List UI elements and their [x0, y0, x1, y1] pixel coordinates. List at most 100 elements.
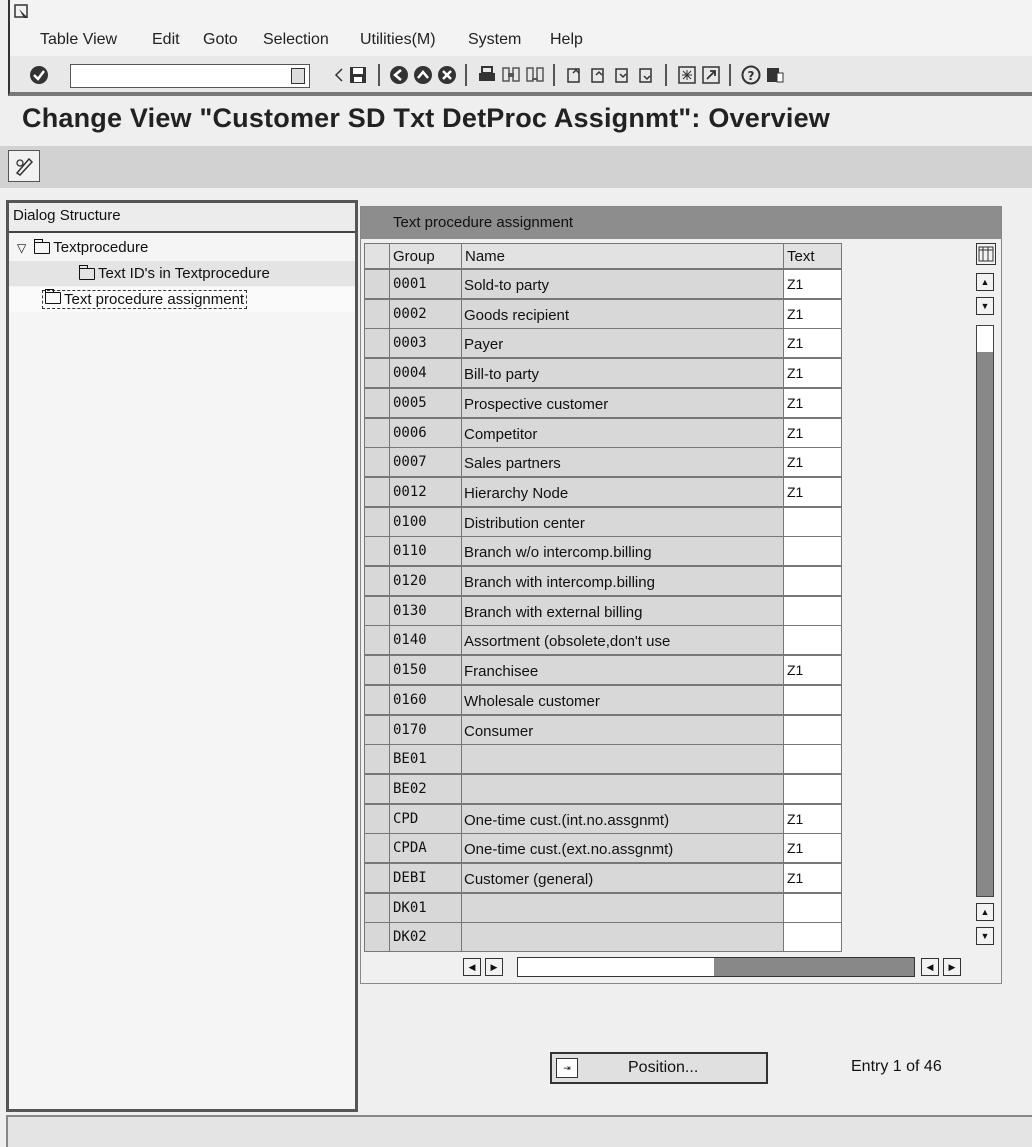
menu-goto[interactable]: Goto	[203, 31, 238, 49]
row-select-button[interactable]	[364, 417, 390, 448]
create-session-icon[interactable]	[676, 64, 698, 86]
print-icon[interactable]	[476, 64, 498, 86]
scroll-left-icon[interactable]: ◀	[463, 958, 481, 976]
customize-layout-icon[interactable]	[764, 64, 786, 86]
cell-text-procedure-input[interactable]: Z1	[784, 328, 842, 359]
command-input[interactable]	[71, 65, 271, 87]
previous-page-icon[interactable]	[588, 64, 610, 86]
column-scroll-right-icon[interactable]: ▶	[943, 958, 961, 976]
tree-item-text-ids[interactable]: Text ID's in Textprocedure	[9, 261, 355, 286]
column-header-group[interactable]: Group	[390, 243, 462, 269]
cell-text-procedure-input[interactable]: Z1	[784, 803, 842, 834]
row-select-button[interactable]	[364, 387, 390, 418]
cancel-icon[interactable]	[436, 64, 458, 86]
menu-selection[interactable]: Selection	[263, 31, 329, 49]
row-select-button[interactable]	[364, 595, 390, 626]
row-select-button[interactable]	[364, 625, 390, 656]
row-select-button[interactable]	[364, 506, 390, 537]
cell-text-procedure-input[interactable]	[784, 892, 842, 923]
horizontal-scrollbar[interactable]: ◀ ▶ ◀ ▶	[461, 957, 981, 979]
display-change-button[interactable]	[8, 150, 40, 182]
row-select-button[interactable]	[364, 566, 390, 596]
cell-name: Sold-to party	[462, 269, 784, 299]
find-icon[interactable]	[500, 64, 522, 86]
cell-text-procedure-input[interactable]: Z1	[784, 476, 842, 507]
cell-text-procedure-input[interactable]: Z1	[784, 447, 842, 478]
menu-edit[interactable]: Edit	[152, 31, 180, 49]
selected-tree-node[interactable]: Text procedure assignment	[41, 289, 248, 309]
column-scroll-left-icon[interactable]: ◀	[921, 958, 939, 976]
row-select-button[interactable]	[364, 922, 390, 953]
expand-triangle-icon[interactable]: ▽	[17, 241, 26, 255]
exit-icon[interactable]	[412, 64, 434, 86]
row-select-button[interactable]	[364, 655, 390, 686]
row-select-button[interactable]	[364, 744, 390, 775]
save-icon[interactable]	[347, 64, 369, 86]
command-history-icon[interactable]	[291, 68, 305, 84]
cell-text-procedure-input[interactable]: Z1	[784, 863, 842, 893]
cell-text-procedure-input[interactable]: Z1	[784, 387, 842, 418]
position-button[interactable]: ⇥ Position...	[550, 1052, 768, 1084]
scroll-down-icon[interactable]: ▼	[976, 297, 994, 315]
first-page-icon[interactable]	[564, 64, 586, 86]
select-all-button[interactable]	[364, 243, 390, 269]
cell-text-procedure-input[interactable]	[784, 506, 842, 537]
row-select-button[interactable]	[364, 358, 390, 389]
row-select-button[interactable]	[364, 803, 390, 834]
row-select-button[interactable]	[364, 536, 390, 567]
cell-text-procedure-input[interactable]	[784, 536, 842, 567]
row-select-button[interactable]	[364, 447, 390, 478]
cell-text-procedure-input[interactable]	[784, 773, 842, 804]
row-select-button[interactable]	[364, 298, 390, 329]
row-select-button[interactable]	[364, 269, 390, 299]
last-page-icon[interactable]	[636, 64, 658, 86]
row-select-button[interactable]	[364, 833, 390, 864]
scroll-right-icon[interactable]: ▶	[485, 958, 503, 976]
row-select-button[interactable]	[364, 714, 390, 745]
menu-system[interactable]: System	[468, 31, 521, 49]
scroll-page-down-icon[interactable]: ▼	[976, 927, 994, 945]
cell-text-procedure-input[interactable]: Z1	[784, 269, 842, 299]
menu-table-view[interactable]: Table View	[40, 31, 117, 49]
tree-item-textprocedure[interactable]: ▽ Textprocedure	[9, 235, 355, 260]
cell-text-procedure-input[interactable]: Z1	[784, 655, 842, 686]
row-select-button[interactable]	[364, 863, 390, 893]
cell-text-procedure-input[interactable]: Z1	[784, 417, 842, 448]
command-field[interactable]	[70, 64, 310, 88]
horizontal-scroll-thumb[interactable]	[518, 958, 714, 976]
cell-text-procedure-input[interactable]	[784, 744, 842, 775]
row-select-button[interactable]	[364, 684, 390, 715]
row-select-button[interactable]	[364, 773, 390, 804]
row-select-button[interactable]	[364, 476, 390, 507]
next-page-icon[interactable]	[612, 64, 634, 86]
shortcut-icon[interactable]	[700, 64, 722, 86]
menu-help[interactable]: Help	[550, 31, 583, 49]
column-header-name[interactable]: Name	[462, 243, 784, 269]
cell-text-procedure-input[interactable]	[784, 714, 842, 745]
cell-text-procedure-input[interactable]	[784, 595, 842, 626]
row-select-button[interactable]	[364, 328, 390, 359]
vertical-scroll-thumb[interactable]	[977, 326, 993, 352]
cell-text-procedure-input[interactable]: Z1	[784, 833, 842, 864]
cell-text-procedure-input[interactable]	[784, 922, 842, 953]
cell-text-procedure-input[interactable]	[784, 566, 842, 596]
scroll-up-icon[interactable]: ▲	[976, 273, 994, 291]
back-icon[interactable]	[388, 64, 410, 86]
row-select-button[interactable]	[364, 892, 390, 923]
menu-utilities[interactable]: Utilities(M)	[360, 31, 436, 49]
tree-item-text-procedure-assignment[interactable]: Text procedure assignment	[9, 287, 355, 312]
cell-text-procedure-input[interactable]	[784, 625, 842, 656]
table-settings-icon[interactable]	[976, 243, 996, 265]
help-icon[interactable]: ?	[740, 64, 762, 86]
cell-text-procedure-input[interactable]: Z1	[784, 358, 842, 389]
vertical-scroll-track[interactable]	[976, 325, 994, 897]
column-header-text[interactable]: Text	[784, 243, 842, 269]
enter-icon[interactable]	[28, 64, 50, 86]
vertical-scrollbar[interactable]: ▲ ▼ ▲ ▼	[973, 243, 997, 953]
system-menu-icon[interactable]	[14, 4, 30, 20]
scroll-page-up-icon[interactable]: ▲	[976, 903, 994, 921]
cell-text-procedure-input[interactable]: Z1	[784, 298, 842, 329]
find-next-icon[interactable]	[524, 64, 546, 86]
horizontal-scroll-track[interactable]	[517, 957, 915, 977]
cell-text-procedure-input[interactable]	[784, 684, 842, 715]
